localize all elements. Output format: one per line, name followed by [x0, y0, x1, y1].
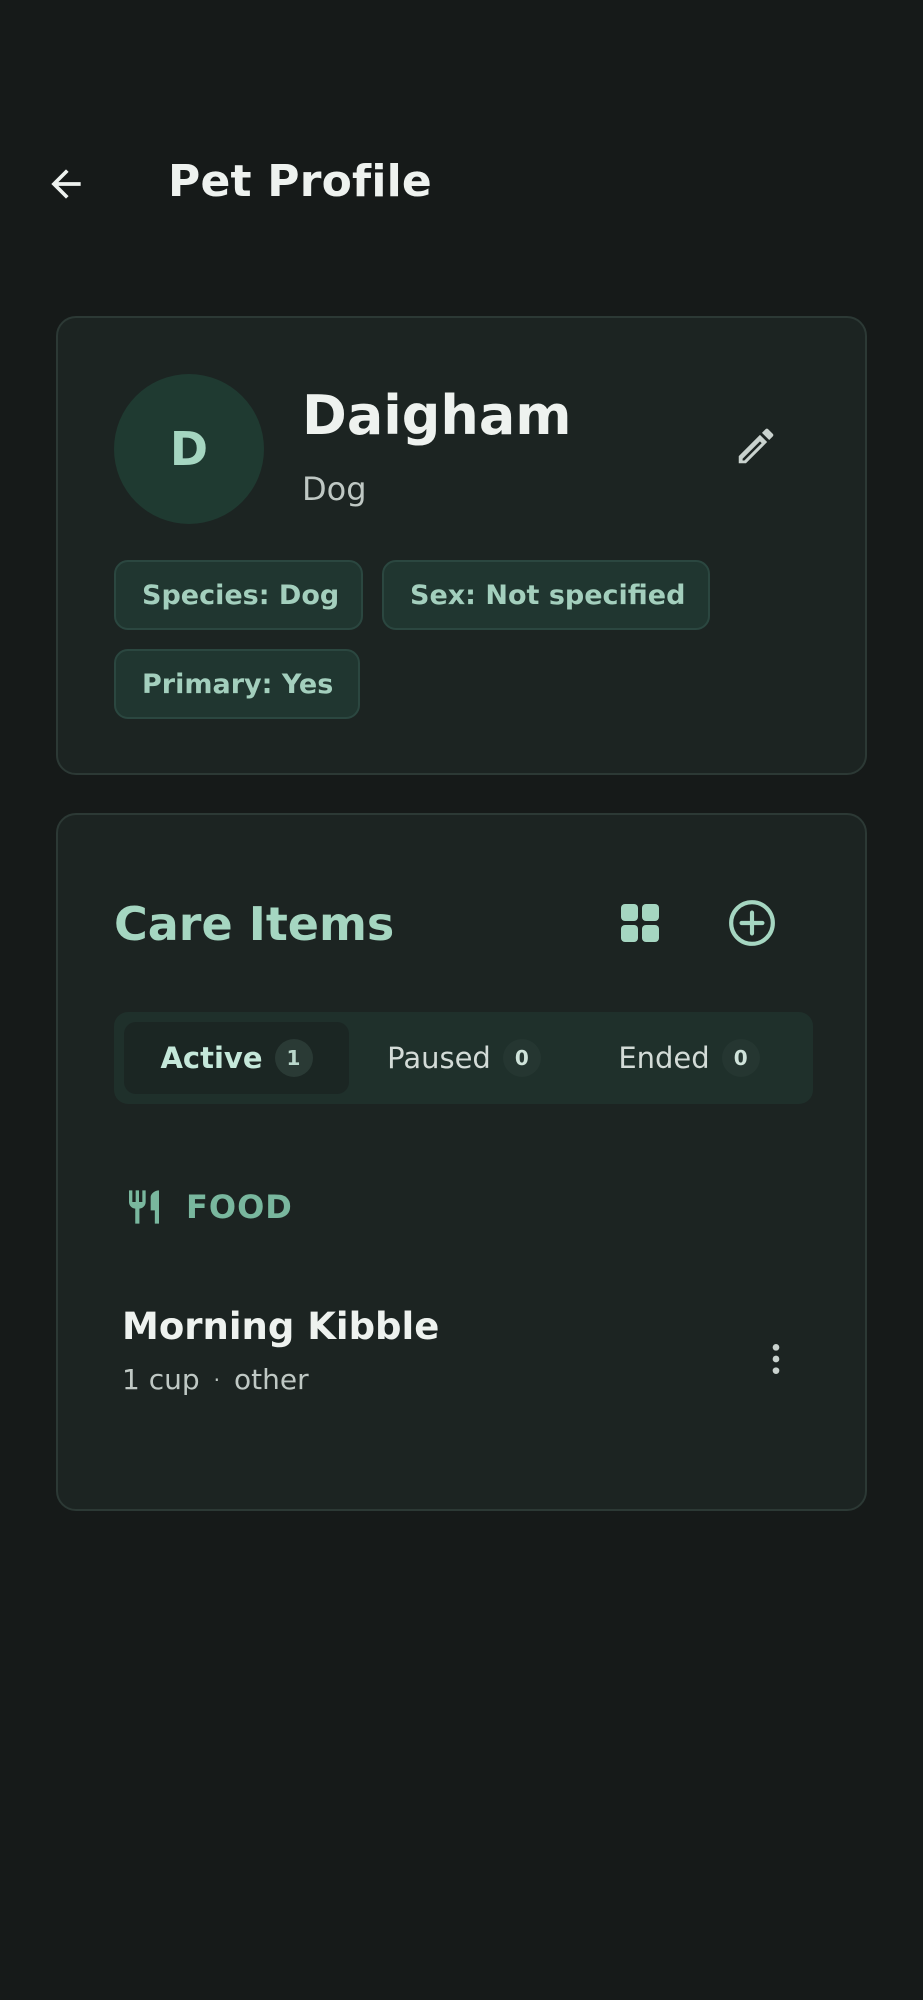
more-options-button[interactable] — [748, 1319, 804, 1399]
pet-species: Dog — [302, 470, 367, 508]
tab-active[interactable]: Active 1 — [124, 1022, 349, 1094]
food-section-header: FOOD — [124, 1187, 293, 1227]
pet-name: Daigham — [302, 384, 572, 447]
tab-paused-label: Paused — [387, 1041, 491, 1075]
care-item-amount: 1 cup — [122, 1363, 200, 1396]
tab-ended-count: 0 — [721, 1039, 760, 1077]
avatar: D — [114, 374, 264, 524]
plus-circle-icon — [729, 900, 775, 946]
add-care-item-button[interactable] — [720, 891, 784, 955]
care-items-title: Care Items — [114, 897, 395, 951]
primary-chip: Primary: Yes — [114, 649, 360, 719]
tab-ended[interactable]: Ended 0 — [574, 1022, 804, 1094]
tab-paused-count: 0 — [502, 1039, 541, 1077]
care-item-type: other — [234, 1363, 309, 1396]
app-bar: Pet Profile — [0, 130, 923, 240]
edit-button[interactable] — [724, 414, 788, 478]
section-label: FOOD — [186, 1188, 293, 1226]
more-vertical-icon — [772, 1344, 780, 1374]
page-title: Pet Profile — [168, 156, 432, 207]
species-chip: Species: Dog — [114, 560, 363, 630]
grid-icon — [621, 904, 659, 942]
separator-dot: · — [213, 1367, 220, 1392]
care-item-title[interactable]: Morning Kibble — [122, 1305, 439, 1348]
back-button[interactable] — [36, 154, 96, 214]
pencil-icon — [738, 428, 774, 464]
pet-profile-card: D Daigham Dog Species: Dog Sex: Not spec… — [56, 316, 867, 775]
care-items-card: Care Items Active 1 Paused 0 Ended 0 FOO… — [56, 813, 867, 1511]
tab-active-label: Active — [160, 1041, 263, 1075]
sex-chip: Sex: Not specified — [382, 560, 710, 630]
tab-paused[interactable]: Paused 0 — [354, 1022, 574, 1094]
grid-view-button[interactable] — [608, 891, 672, 955]
status-tabs: Active 1 Paused 0 Ended 0 — [114, 1012, 813, 1104]
fork-knife-icon — [129, 1190, 159, 1224]
tab-ended-label: Ended — [618, 1041, 710, 1075]
arrow-left-icon — [51, 169, 81, 199]
tab-active-count: 1 — [274, 1039, 313, 1077]
care-item-details: 1 cup · other — [122, 1363, 309, 1396]
